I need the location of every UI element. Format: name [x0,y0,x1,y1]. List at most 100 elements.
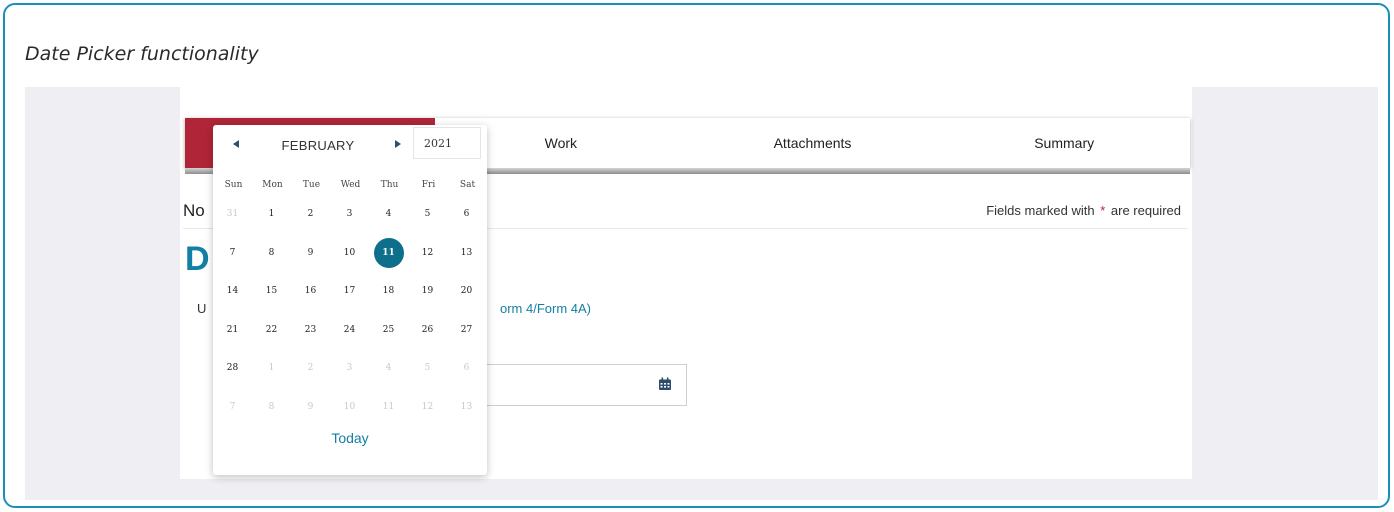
calendar-day[interactable]: 25 [369,315,408,345]
screenshot-frame: Date Picker functionality Work Attachmen… [3,3,1390,508]
calendar-day-label: 24 [343,324,356,335]
calendar-day-label: 15 [265,286,278,297]
calendar-day[interactable]: 22 [252,315,291,345]
notice-text: No [183,201,205,220]
calendar-day[interactable]: 7 [213,238,252,268]
page-title: D [185,240,210,278]
date-input[interactable] [465,364,687,406]
calendar-day[interactable]: 16 [291,276,330,306]
calendar-day-label: 4 [385,363,392,374]
required-fields-note: Fields marked with * are required [986,203,1181,218]
calendar-day[interactable]: 12 [408,392,447,422]
calendar-day-label: 22 [265,324,278,335]
calendar-day-label: 7 [229,401,236,412]
calendar-day-label: 12 [421,401,434,412]
calendar-day-label: 8 [268,401,275,412]
calendar-day[interactable]: 31 [213,199,252,229]
calendar-day-label: 7 [229,247,236,258]
calendar-day-label: 1 [268,363,275,374]
calendar-day-label: 12 [421,247,434,258]
caption: Date Picker functionality [25,43,259,65]
calendar-day[interactable]: 13 [447,238,486,268]
required-note-suffix: are required [1110,203,1181,218]
calendar-day[interactable]: 23 [291,315,330,345]
calendar-day[interactable]: 11 [369,392,408,422]
calendar-day-label: 21 [226,324,239,335]
calendar-icon[interactable] [658,377,672,391]
calendar-day-label: 13 [460,401,473,412]
calendar-day[interactable]: 26 [408,315,447,345]
month-label[interactable]: FEBRUARY [263,138,373,153]
today-button[interactable]: Today [213,430,487,446]
calendar-day-label: 8 [268,247,275,258]
tab-summary[interactable]: Summary [938,118,1190,168]
weekday-label: Sat [459,180,476,190]
calendar-day[interactable]: 9 [291,392,330,422]
calendar-day[interactable]: 2 [291,353,330,383]
tab-attachments[interactable]: Attachments [687,118,939,168]
calendar-day[interactable]: 6 [447,353,486,383]
calendar-day[interactable]: 14 [213,276,252,306]
calendar-day-label: 11 [382,401,395,412]
calendar-day-label: 3 [346,209,353,220]
calendar-day-label: 28 [226,363,239,374]
calendar-day[interactable]: 15 [252,276,291,306]
calendar-week-row: 31 1 2 3 4 5 6 [213,195,487,234]
calendar-day[interactable]: 17 [330,276,369,306]
calendar-day[interactable]: 19 [408,276,447,306]
calendar-day-label: 2 [307,363,314,374]
triangle-left-icon[interactable] [229,137,243,151]
calendar-day[interactable]: 5 [408,353,447,383]
calendar-day[interactable]: 2 [291,199,330,229]
calendar-day[interactable]: 10 [330,238,369,268]
weekday-label: Thu [380,180,399,190]
calendar-day-label: 9 [307,401,314,412]
form-link[interactable]: orm 4/Form 4A) [500,301,591,316]
calendar-day[interactable]: 10 [330,392,369,422]
calendar-day[interactable]: 28 [213,353,252,383]
calendar-day-label: 10 [343,401,356,412]
required-note-prefix: Fields marked with [986,203,1095,218]
calendar-week-row: 14 15 16 17 18 19 20 [213,272,487,311]
calendar-day-label: 6 [463,209,470,220]
calendar-day-selected[interactable]: 11 [369,237,408,268]
calendar-day-label: 14 [226,286,239,297]
calendar-day[interactable]: 3 [330,353,369,383]
calendar-week-row: 7 8 9 10 11 12 13 [213,234,487,273]
calendar-day[interactable]: 3 [330,199,369,229]
calendar-day[interactable]: 8 [252,238,291,268]
calendar-day[interactable]: 24 [330,315,369,345]
calendar-week-row: 21 22 23 24 25 26 27 [213,311,487,350]
calendar-day-label: 18 [382,286,395,297]
calendar-day[interactable]: 27 [447,315,486,345]
calendar-day[interactable]: 18 [369,276,408,306]
calendar-day-label: 27 [460,324,473,335]
calendar-day-label: 2 [307,209,314,220]
calendar-day[interactable]: 1 [252,199,291,229]
calendar-day[interactable]: 6 [447,199,486,229]
calendar-day-label: 23 [304,324,317,335]
calendar-day-label: 20 [460,286,473,297]
calendar-day[interactable]: 4 [369,353,408,383]
calendar-day-label: 10 [343,247,356,258]
calendar-day[interactable]: 7 [213,392,252,422]
calendar-day[interactable]: 12 [408,238,447,268]
triangle-right-icon[interactable] [391,137,405,151]
calendar-day[interactable]: 4 [369,199,408,229]
year-select[interactable]: 2021 [413,127,481,159]
calendar-day-label: 16 [304,286,317,297]
calendar-day-label: 5 [424,209,431,220]
calendar-day-label: 19 [421,286,434,297]
calendar-day-label: 26 [421,324,434,335]
calendar-day[interactable]: 20 [447,276,486,306]
calendar-day[interactable]: 8 [252,392,291,422]
calendar-day[interactable]: 13 [447,392,486,422]
calendar-day[interactable]: 9 [291,238,330,268]
calendar-day[interactable]: 1 [252,353,291,383]
date-picker-popup: FEBRUARY 2021 Sun Mon Tue Wed Thu Fri Sat 31 1 2… [213,125,487,475]
calendar-day-label: 3 [346,363,353,374]
calendar-day[interactable]: 21 [213,315,252,345]
calendar-day-label: 6 [463,363,470,374]
calendar-day-label: 13 [460,247,473,258]
calendar-day[interactable]: 5 [408,199,447,229]
